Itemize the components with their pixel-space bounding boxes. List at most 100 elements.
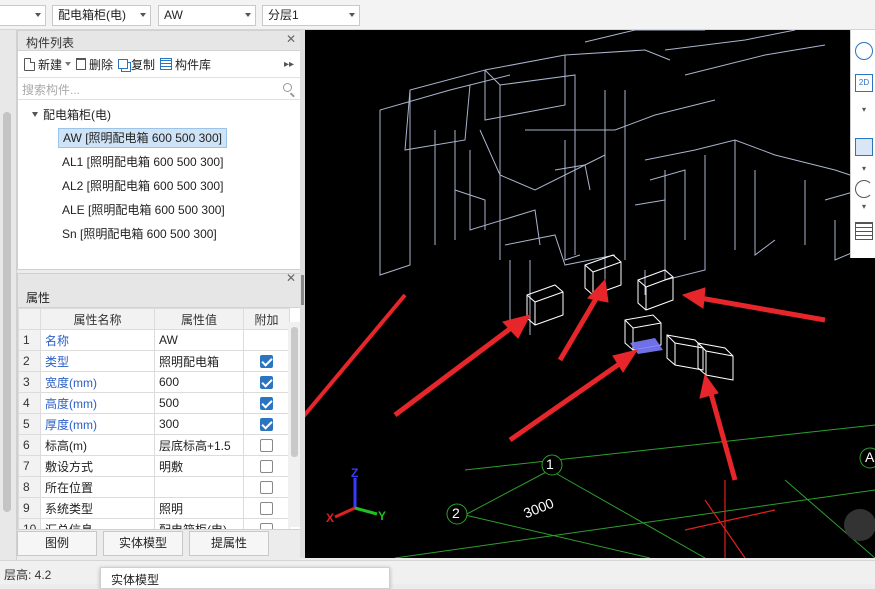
- checkbox[interactable]: [260, 481, 273, 495]
- layer-list-icon[interactable]: [855, 222, 873, 240]
- extract-attr-label: 提属性: [210, 536, 247, 550]
- property-name: 标高(m): [40, 434, 155, 456]
- property-name: 类型: [40, 350, 155, 372]
- panel-title: 属性: [26, 291, 51, 305]
- table-row[interactable]: 9 系统类型 照明: [18, 497, 290, 519]
- property-value[interactable]: 照明配电箱: [154, 350, 244, 372]
- property-name: 所在位置: [40, 476, 155, 498]
- table-row[interactable]: 7 敷设方式 明敷: [18, 455, 290, 477]
- left-scroll-strip[interactable]: [0, 30, 17, 560]
- component-combo[interactable]: AW: [158, 5, 256, 26]
- close-icon[interactable]: ✕: [286, 32, 296, 46]
- row-number: 3: [18, 371, 41, 393]
- property-name: 宽度(mm): [40, 371, 155, 393]
- library-button[interactable]: 构件库: [160, 56, 211, 73]
- grid-label-2: 2: [452, 505, 460, 521]
- rotate-icon[interactable]: [855, 180, 873, 198]
- tree-item-aw[interactable]: AW [照明配电箱 600 500 300]: [18, 125, 300, 149]
- checkbox[interactable]: [260, 523, 273, 529]
- property-name: 敷设方式: [40, 455, 155, 477]
- chevron-down-icon[interactable]: ▾: [855, 164, 873, 173]
- search-input[interactable]: 搜索构件...: [18, 78, 300, 100]
- tree-item-ale[interactable]: ALE [照明配电箱 600 500 300]: [18, 197, 300, 221]
- solid-model-button[interactable]: 实体模型: [103, 531, 183, 556]
- chevron-down-icon[interactable]: ▾: [855, 202, 873, 211]
- row-number: 6: [18, 434, 41, 456]
- orbit-icon[interactable]: [855, 42, 873, 60]
- solid-model-label: 实体模型: [118, 536, 167, 550]
- top-toolbar: 配电箱柜(电) AW 分层1: [0, 0, 875, 30]
- extra-cell: [243, 497, 290, 519]
- extra-cell: [243, 329, 290, 351]
- tree-item-label: ALE [照明配电箱 600 500 300]: [62, 203, 225, 217]
- property-value[interactable]: 配电箱柜(电): [154, 518, 244, 529]
- tree-root[interactable]: 配电箱柜(电): [18, 103, 300, 125]
- table-row[interactable]: 3 宽度(mm) 600: [18, 371, 290, 393]
- layer-combo[interactable]: 分层1: [262, 5, 360, 26]
- property-value[interactable]: 层底标高+1.5: [154, 434, 244, 456]
- close-icon[interactable]: ✕: [286, 274, 296, 285]
- scroll-thumb[interactable]: [291, 327, 298, 457]
- floor-combo[interactable]: [0, 5, 46, 26]
- scene-drawing: [183, 29, 875, 561]
- tree-item-al2[interactable]: AL2 [照明配电箱 600 500 300]: [18, 173, 300, 197]
- 2d-view-icon[interactable]: 2D: [855, 74, 873, 92]
- category-combo[interactable]: 配电箱柜(电): [52, 5, 151, 26]
- nav-wheel-icon[interactable]: [844, 509, 875, 541]
- table-row[interactable]: 6 标高(m) 层底标高+1.5: [18, 434, 290, 456]
- table-row[interactable]: 8 所在位置: [18, 476, 290, 498]
- property-table: 属性名称 属性值 附加 1 名称 AW 2 类型 照明配电箱 3 宽度(mm) 600 4高…: [18, 308, 290, 529]
- extra-cell: [243, 371, 290, 393]
- chevron-down-icon[interactable]: [65, 62, 72, 66]
- legend-button[interactable]: 图例: [17, 531, 97, 556]
- component-combo-value: AW: [164, 8, 183, 22]
- property-value[interactable]: 600: [154, 371, 244, 393]
- checkbox[interactable]: [260, 376, 273, 390]
- table-row[interactable]: 5 厚度(mm) 300: [18, 413, 290, 435]
- tree-item-al1[interactable]: AL1 [照明配电箱 600 500 300]: [18, 149, 300, 173]
- new-button[interactable]: 新建: [24, 56, 72, 73]
- checkbox[interactable]: [260, 355, 273, 369]
- axis-x-label: X: [326, 511, 335, 525]
- cube-view-icon[interactable]: [855, 138, 873, 156]
- table-row[interactable]: 1 名称 AW: [18, 329, 290, 351]
- scroll-thumb[interactable]: [3, 112, 11, 512]
- checkbox[interactable]: [260, 418, 273, 432]
- delete-button[interactable]: 删除: [76, 56, 113, 73]
- expand-icon[interactable]: [32, 111, 38, 117]
- grid-label-1: 1: [546, 456, 554, 472]
- checkbox[interactable]: [260, 460, 273, 474]
- table-row[interactable]: 2 类型 照明配电箱: [18, 350, 290, 372]
- table-row[interactable]: 10 汇总信息 配电箱柜(电): [18, 518, 290, 529]
- tree-item-label: AL1 [照明配电箱 600 500 300]: [62, 155, 224, 169]
- property-value[interactable]: 明敷: [154, 455, 244, 477]
- extract-attr-button[interactable]: 提属性: [189, 531, 269, 556]
- chevron-down-icon[interactable]: ▾: [855, 105, 873, 114]
- legend-label: 图例: [44, 536, 69, 550]
- property-value[interactable]: 照明: [154, 497, 244, 519]
- tree-item-label: AL2 [照明配电箱 600 500 300]: [62, 179, 224, 193]
- checkbox[interactable]: [260, 439, 273, 453]
- tooltip: 实体模型: [100, 567, 390, 589]
- property-value[interactable]: AW: [154, 329, 244, 351]
- property-value[interactable]: 500: [154, 392, 244, 414]
- table-row[interactable]: 4 高度(mm) 500: [18, 392, 290, 414]
- checkbox[interactable]: [260, 502, 273, 516]
- table-header-row: 属性名称 属性值 附加: [18, 308, 290, 330]
- row-number: 7: [18, 455, 41, 477]
- col-value-header: 属性值: [154, 308, 244, 330]
- tree-item-sn[interactable]: Sn [照明配电箱 600 500 300]: [18, 221, 300, 245]
- row-number: 4: [18, 392, 41, 414]
- row-number: 2: [18, 350, 41, 372]
- checkbox[interactable]: [260, 397, 273, 411]
- layer-combo-value: 分层1: [268, 8, 299, 22]
- property-scrollbar[interactable]: [288, 322, 300, 527]
- search-icon[interactable]: [283, 83, 292, 92]
- copy-button[interactable]: 复制: [118, 56, 155, 73]
- axis-y-label: Y: [378, 509, 387, 523]
- property-value[interactable]: [154, 476, 244, 498]
- property-value[interactable]: 300: [154, 413, 244, 435]
- more-icon[interactable]: ▸▸: [284, 59, 294, 70]
- 3d-viewport[interactable]: 1 2 A 3000 Z X Y: [183, 29, 875, 561]
- extra-cell: [243, 413, 290, 435]
